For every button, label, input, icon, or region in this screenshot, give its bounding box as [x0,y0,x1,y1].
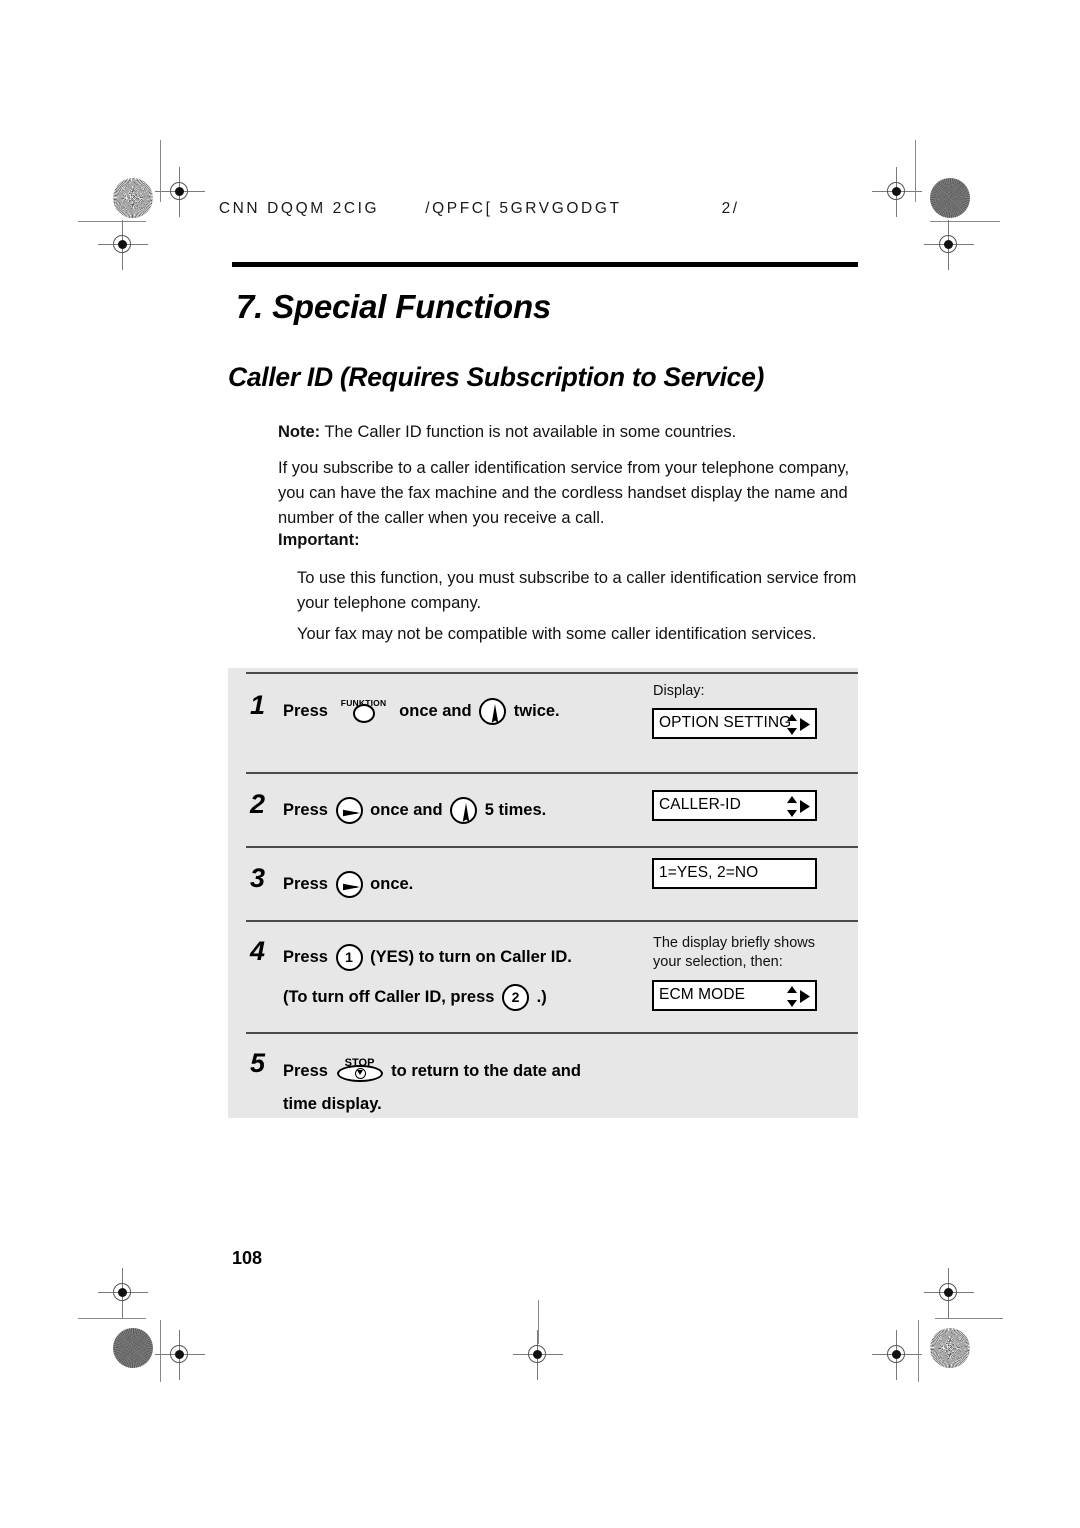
step-number: 1 [250,690,266,720]
right-arrow-icon[interactable] [335,797,363,825]
crop-rule-right-upper [930,221,1000,222]
registration-target-left-upper [98,220,148,270]
running-header-middle: /QPFC[ 5GRVGODGT [425,200,622,217]
display-label: Display: [653,683,705,699]
crop-rule-left-lower [78,1318,146,1319]
crop-rule-top-right-vertical [915,140,916,202]
lcd-display: OPTION SETTING [652,708,817,739]
crop-rule-bottom-right-vertical [918,1320,919,1382]
registration-target-bottom-right [872,1330,922,1380]
note-paragraph: Note: The Caller ID function is not avai… [278,420,878,445]
registration-rosette-top-left [113,178,153,218]
press-label: Press [283,948,328,966]
press-label: Press [283,801,328,819]
step-instruction: Press 1 (YES) to turn on Caller ID. (To … [283,942,572,1013]
registration-target-top-left [155,167,205,217]
crop-rule-left-upper [78,221,146,222]
registration-target-bottom-left [155,1330,205,1380]
title-rule [232,262,858,267]
crop-rule-bottom-left-vertical [160,1320,161,1382]
step-separator [246,1032,858,1034]
section-title: Caller ID (Requires Subscription to Serv… [228,362,765,392]
registration-rosette-top-right [930,178,970,218]
press-label: Press [283,702,328,720]
important-paragraph-2: Your fax may not be compatible with some… [297,625,817,643]
registration-target-right-lower [924,1268,974,1318]
step-separator-top [246,672,858,674]
crop-rule-right-lower [935,1318,1003,1319]
step-end-text: twice. [513,702,560,720]
step-line2-pre: (To turn off Caller ID, press [283,988,495,1006]
running-header-left: CNN DQQM 2CIG [218,200,380,217]
step-line2: time display. [283,1095,382,1113]
lcd-text: CALLER-ID [659,796,741,813]
step-end-text: once. [370,875,414,893]
registration-rosette-bottom-left [113,1328,153,1368]
crop-rule-bottom-center-vertical [538,1300,539,1344]
page-title: 7. Special Functions [236,288,552,325]
lcd-text: ECM MODE [659,986,746,1003]
important-paragraph-1: To use this function, you must subscribe… [297,569,857,612]
lcd-arrow-indicators [785,713,811,742]
down-arrow-icon[interactable] [450,797,478,825]
step-separator [246,920,858,922]
step-instruction: Press STOP to return to the date and tim… [283,1056,581,1120]
registration-target-right-upper [924,220,974,270]
step-number: 2 [250,789,266,819]
registration-target-left-lower [98,1268,148,1318]
keypad-2-icon[interactable]: 2 [502,984,530,1012]
running-header-right: 2/ [721,200,740,217]
lcd-arrow-indicators [785,985,811,1014]
press-label: Press [283,875,328,893]
step-end-text: 5 times. [484,801,547,819]
step-instruction: Press once. [283,869,413,900]
step-separator [246,772,858,774]
page-number: 108 [232,1248,263,1268]
lcd-text: 1=YES, 2=NO [659,864,759,881]
display-label: The display briefly shows your selection… [653,935,815,970]
down-arrow-icon[interactable] [479,698,507,726]
lcd-text: OPTION SETTING [659,714,792,731]
note-text: The Caller ID function is not available … [320,423,737,441]
press-label: Press [283,1062,328,1080]
lcd-display: ECM MODE [652,980,817,1011]
step-instruction: Press once and 5 times. [283,795,546,826]
funktion-button-icon[interactable]: FUNKTION [337,698,391,725]
step-instruction: Press FUNKTION once and twice. [283,696,560,727]
lcd-arrow-indicators [785,795,811,824]
steps-panel: 1 Press FUNKTION once and twice. Display… [228,668,858,1118]
running-header: CNN DQQM 2CIG/QPFC[ 5GRVGODGT 2/ [205,182,740,218]
crop-rule-top-left-vertical [160,140,161,202]
step-number: 5 [250,1048,266,1078]
step-number: 4 [250,936,266,966]
step-mid-text: once and [370,801,443,819]
note-label: Note: [278,423,321,441]
registration-target-top-right [872,167,922,217]
step-mid-text: (YES) to turn on Caller ID. [370,948,572,966]
keypad-1-icon[interactable]: 1 [335,944,363,972]
important-label: Important: [278,531,360,549]
right-arrow-icon[interactable] [335,871,363,899]
registration-rosette-bottom-right [930,1328,970,1368]
step-number: 3 [250,863,266,893]
lcd-display: 1=YES, 2=NO [652,858,817,889]
lcd-display: CALLER-ID [652,790,817,821]
step-separator [246,846,858,848]
step-line2-post: .) [536,988,547,1006]
step-mid-text: once and [399,702,472,720]
step-mid-text: to return to the date and [391,1062,581,1080]
intro-paragraph: If you subscribe to a caller identificat… [278,459,850,527]
stop-button-icon[interactable]: STOP [336,1057,383,1085]
